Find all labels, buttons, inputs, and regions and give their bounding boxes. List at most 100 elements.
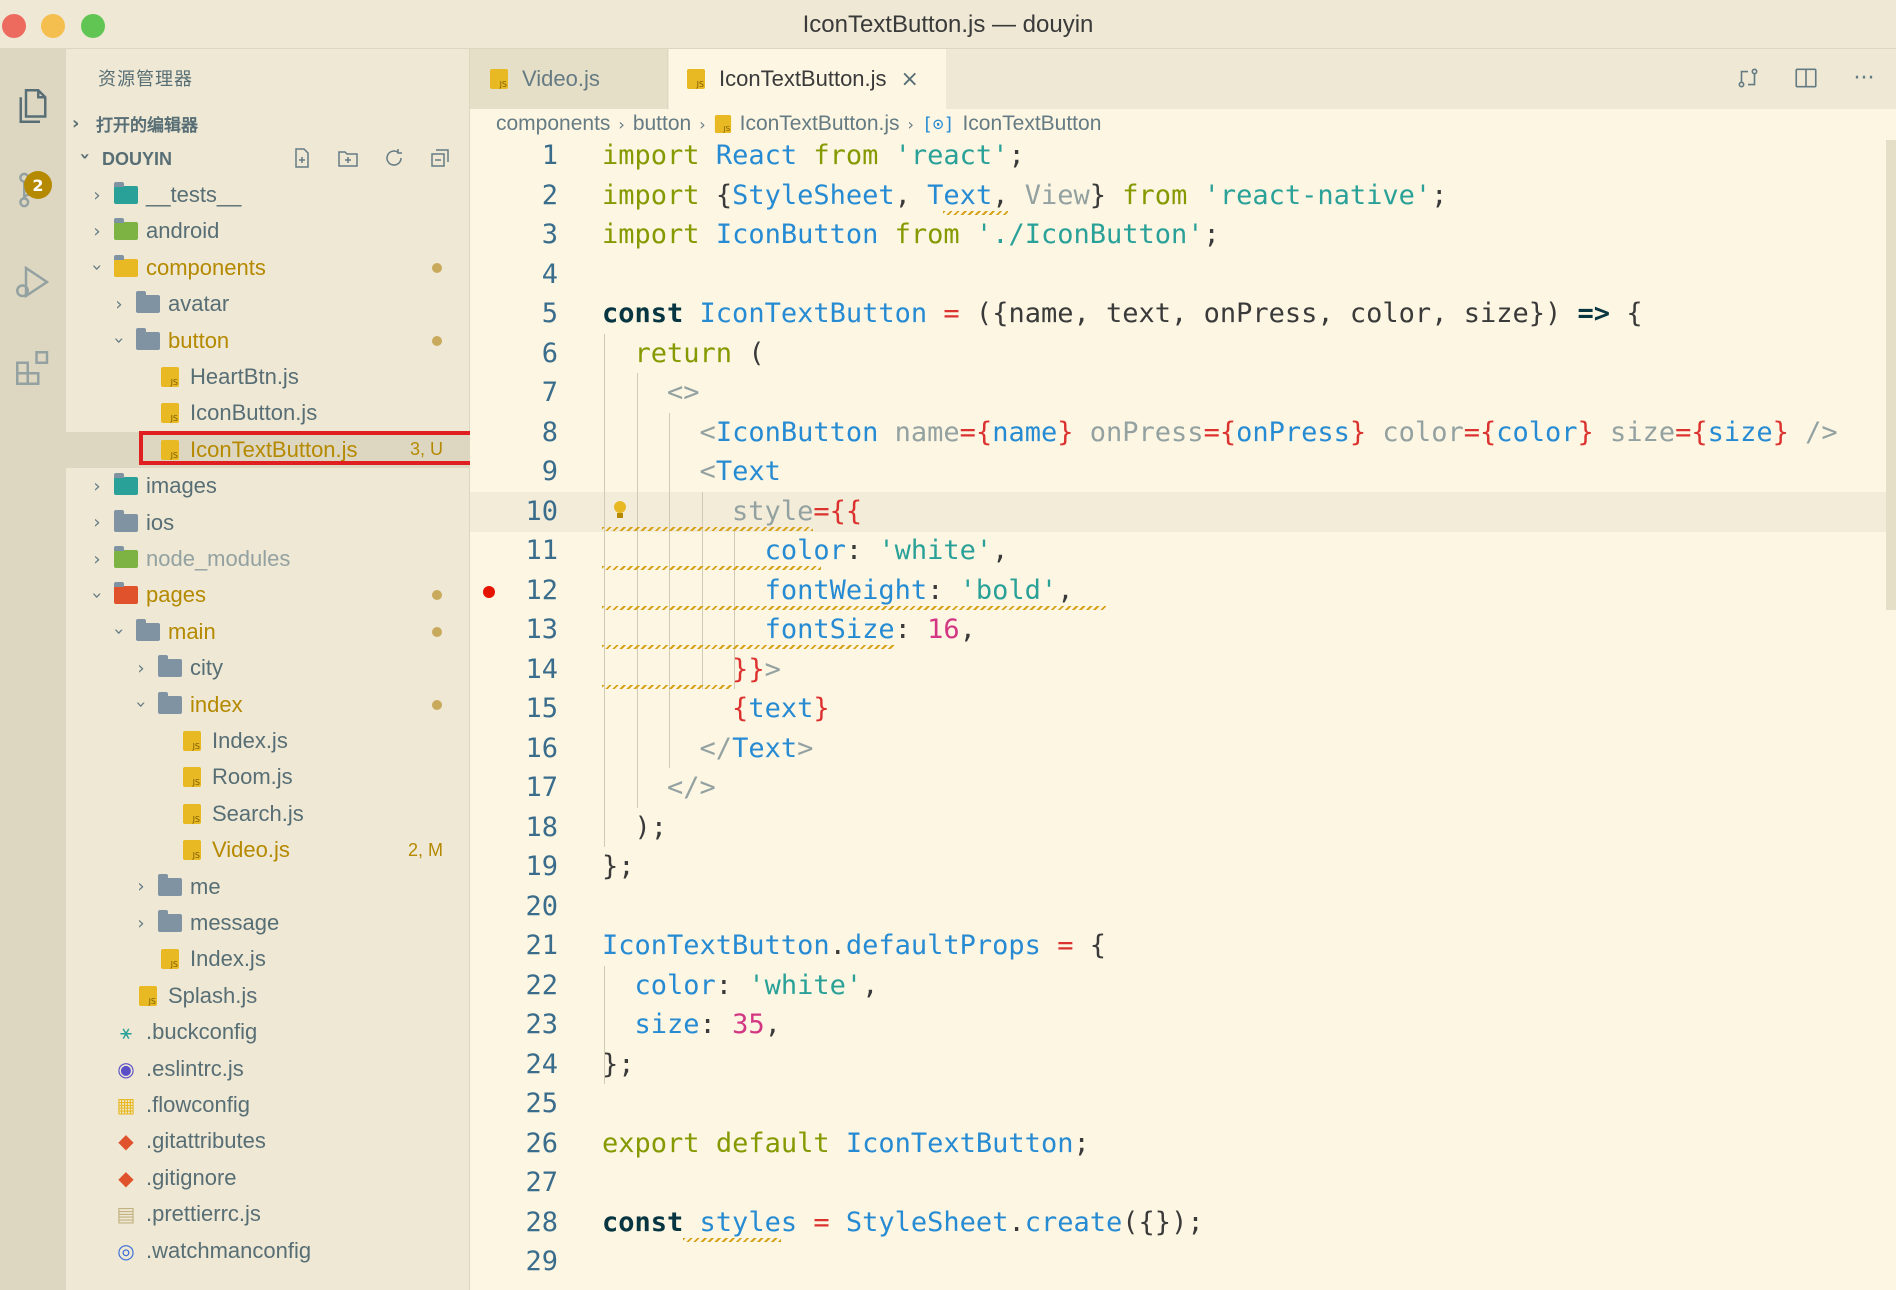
tree-folder-node-modules[interactable]: › node_modules — [66, 541, 469, 577]
tree-folder-pages[interactable]: › pages — [66, 577, 469, 613]
line-number[interactable]: 27 — [470, 1163, 558, 1203]
tree-file-heartbtn-js[interactable]: HeartBtn.js — [66, 359, 469, 395]
line-number[interactable]: 8 — [470, 413, 558, 453]
project-section[interactable]: › DOUYIN — [66, 141, 469, 177]
code-line[interactable]: 28 const styles = StyleSheet.create({}); — [470, 1203, 1896, 1243]
extensions-icon[interactable] — [4, 339, 62, 397]
breadcrumb-item[interactable]: IconTextButton — [962, 112, 1101, 136]
tree-file--watchmanconfig[interactable]: ◎ .watchmanconfig — [66, 1233, 469, 1269]
code-line[interactable]: 7 <> — [470, 373, 1896, 413]
tree-folder-main[interactable]: › main — [66, 614, 469, 650]
code-line[interactable]: 24}; — [470, 1045, 1896, 1085]
tree-folder---tests--[interactable]: › __tests__ — [66, 177, 469, 213]
code-line[interactable]: 20 — [470, 887, 1896, 927]
line-number[interactable]: 14 — [470, 650, 558, 690]
line-number[interactable]: 26 — [470, 1124, 558, 1164]
code-line[interactable]: 11 color: 'white', — [470, 531, 1896, 571]
tree-folder-index[interactable]: › index — [66, 687, 469, 723]
breadcrumb-item[interactable]: IconTextButton.js — [740, 112, 900, 136]
code-line[interactable]: 2 import {StyleSheet, Text, View} from 'r… — [470, 176, 1896, 216]
code-line[interactable]: 8 <IconButton name={name} onPress={onPre… — [470, 413, 1896, 453]
explorer-icon[interactable] — [4, 77, 62, 135]
tree-folder-components[interactable]: › components — [66, 250, 469, 286]
tree-folder-message[interactable]: › message — [66, 905, 469, 941]
tree-file--buckconfig[interactable]: ⚹ .buckconfig — [66, 1014, 469, 1050]
line-number[interactable]: 10 — [470, 492, 558, 532]
line-number[interactable]: 6 — [470, 334, 558, 374]
line-number[interactable]: 13 — [470, 610, 558, 650]
code-line[interactable]: 15 {text} — [470, 689, 1896, 729]
split-editor-icon[interactable] — [1792, 63, 1820, 93]
tree-folder-city[interactable]: › city — [66, 650, 469, 686]
code-line[interactable]: 27 — [470, 1163, 1896, 1203]
code-line[interactable]: 4 — [470, 255, 1896, 295]
code-line[interactable]: 22 color: 'white', — [470, 966, 1896, 1006]
breadcrumb-item[interactable]: components — [496, 112, 610, 136]
line-number[interactable]: 5 — [470, 294, 558, 334]
line-number[interactable]: 16 — [470, 729, 558, 769]
tree-file-splash-js[interactable]: Splash.js — [66, 978, 469, 1014]
line-number[interactable]: 29 — [470, 1242, 558, 1282]
collapse-all-icon[interactable] — [427, 145, 453, 171]
tree-file-search-js[interactable]: Search.js — [66, 796, 469, 832]
line-number[interactable]: 24 — [470, 1045, 558, 1085]
code-line[interactable]: 1 import React from 'react'; — [470, 140, 1896, 176]
line-number[interactable]: 15 — [470, 689, 558, 729]
code-line[interactable]: 9 <Text — [470, 452, 1896, 492]
line-number[interactable]: 1 — [470, 140, 558, 176]
code-line[interactable]: 21 IconTextButton.defaultProps = { — [470, 926, 1896, 966]
line-number[interactable]: 19 — [470, 847, 558, 887]
tree-file-room-js[interactable]: Room.js — [66, 759, 469, 795]
breadcrumb-item[interactable]: button — [633, 112, 691, 136]
new-file-icon[interactable] — [289, 145, 315, 171]
tree-file--gitattributes[interactable]: ◆ .gitattributes — [66, 1123, 469, 1159]
refresh-icon[interactable] — [381, 145, 407, 171]
new-folder-icon[interactable] — [335, 145, 361, 171]
code-line[interactable]: 10 style={{ — [470, 491, 1896, 532]
code-line[interactable]: 19}; — [470, 847, 1896, 887]
tree-folder-avatar[interactable]: › avatar — [66, 286, 469, 322]
code-line[interactable]: 13 fontSize: 16, — [470, 610, 1896, 650]
editor-scrollbar[interactable] — [1886, 140, 1896, 610]
tree-folder-android[interactable]: › android — [66, 213, 469, 249]
line-number[interactable]: 7 — [470, 373, 558, 413]
line-number[interactable]: 23 — [470, 1005, 558, 1045]
tree-file-index-js[interactable]: Index.js — [66, 723, 469, 759]
line-number[interactable]: 9 — [470, 452, 558, 492]
line-number[interactable]: 17 — [470, 768, 558, 808]
more-actions-icon[interactable]: ··· — [1850, 63, 1878, 93]
line-number[interactable]: 2 — [470, 176, 558, 216]
open-editors-section[interactable]: › 打开的编辑器 — [66, 105, 469, 141]
line-number[interactable]: 25 — [470, 1084, 558, 1124]
tree-file-index-js[interactable]: Index.js — [66, 941, 469, 977]
code-line[interactable]: 23 size: 35, — [470, 1005, 1896, 1045]
code-line[interactable]: 26 export default IconTextButton; — [470, 1124, 1896, 1164]
line-number[interactable]: 22 — [470, 966, 558, 1006]
code-line[interactable]: 25 — [470, 1084, 1896, 1124]
line-number[interactable]: 28 — [470, 1203, 558, 1243]
code-line[interactable]: 17 </> — [470, 768, 1896, 808]
tree-folder-button[interactable]: › button — [66, 323, 469, 359]
code-line[interactable]: 5 const IconTextButton = ({name, text, on… — [470, 294, 1896, 334]
code-line[interactable]: 14 }}> — [470, 650, 1896, 690]
code-line[interactable]: 3 import IconButton from './IconButton'; — [470, 215, 1896, 255]
line-number[interactable]: 21 — [470, 926, 558, 966]
code-line[interactable]: 16 </Text> — [470, 729, 1896, 769]
line-number[interactable]: 20 — [470, 887, 558, 927]
code-line[interactable]: 6 return ( — [470, 334, 1896, 374]
tab-video-js[interactable]: Video.js — [470, 49, 668, 109]
tree-file--eslintrc-js[interactable]: ◉ .eslintrc.js — [66, 1051, 469, 1087]
code-editor[interactable]: 1 import React from 'react'; 2 import {Styl… — [470, 140, 1896, 1290]
tree-folder-ios[interactable]: › ios — [66, 505, 469, 541]
tree-folder-images[interactable]: › images — [66, 468, 469, 504]
run-debug-icon[interactable] — [4, 253, 62, 311]
line-number[interactable]: 18 — [470, 808, 558, 848]
tree-file-iconbutton-js[interactable]: IconButton.js — [66, 395, 469, 431]
tree-file-video-js[interactable]: Video.js 2, M — [66, 832, 469, 868]
tab-icontextbutton-js[interactable]: IconTextButton.js × — [669, 49, 946, 109]
code-line[interactable]: 29 — [470, 1242, 1896, 1282]
tree-folder-me[interactable]: › me — [66, 869, 469, 905]
line-number[interactable]: 11 — [470, 531, 558, 571]
breakpoint-icon[interactable] — [483, 585, 495, 598]
code-line[interactable]: 18 ); — [470, 808, 1896, 848]
